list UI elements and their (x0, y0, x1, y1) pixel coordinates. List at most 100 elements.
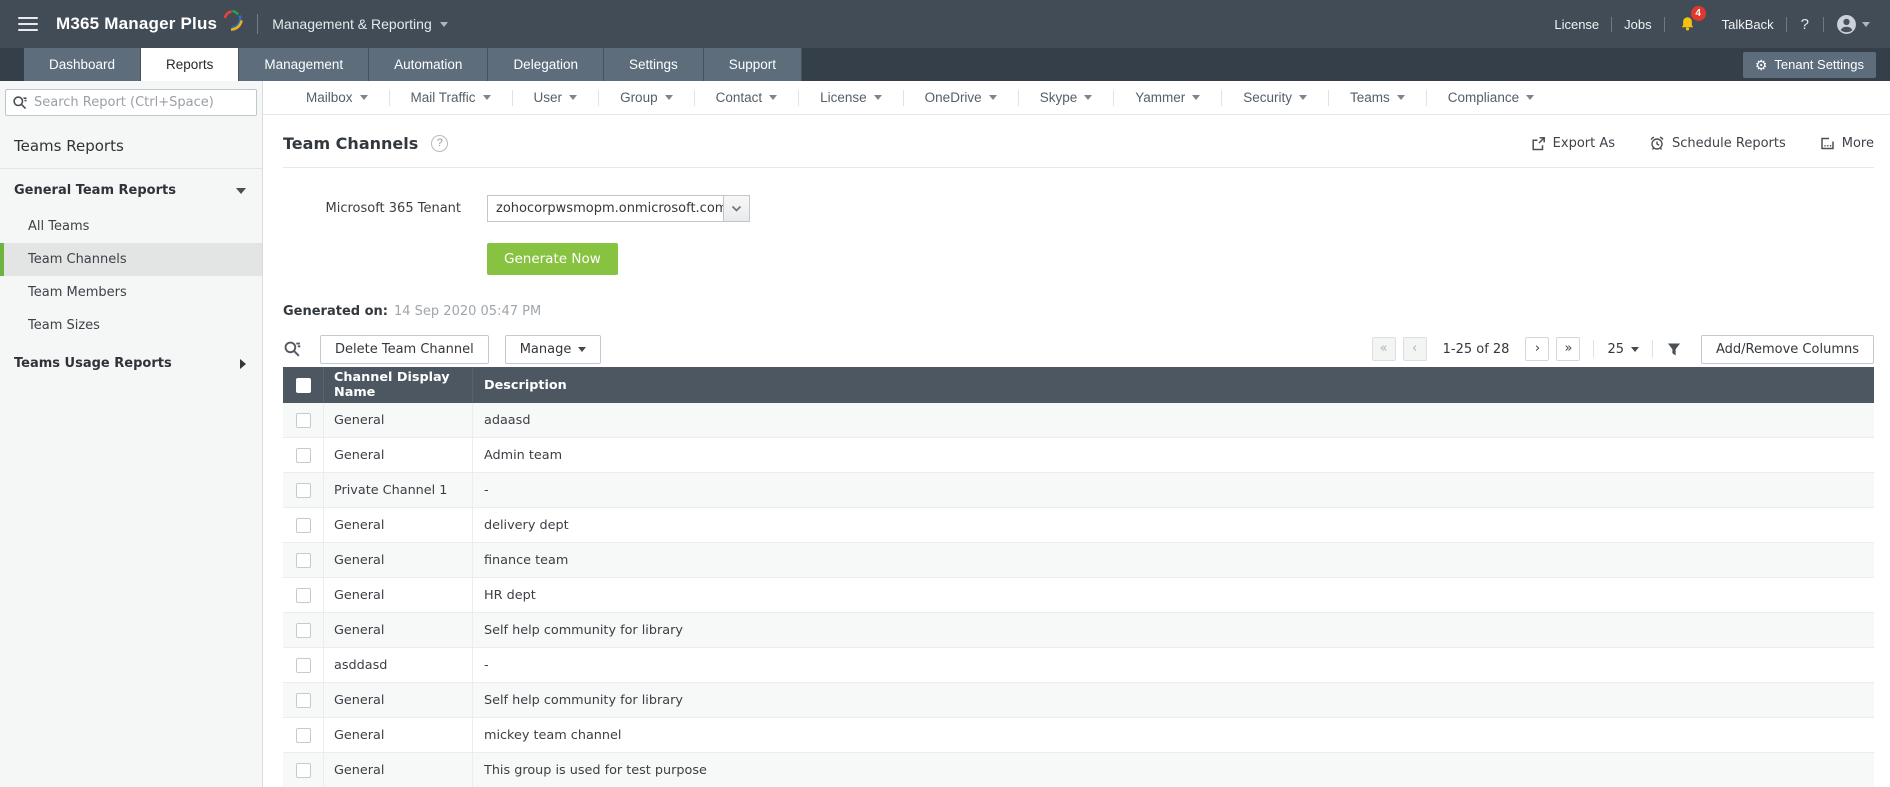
sidebar-item-team-channels[interactable]: Team Channels (0, 243, 262, 276)
search-icon (13, 95, 27, 109)
sidebar-section-general-team-reports[interactable]: General Team Reports (0, 169, 262, 210)
row-checkbox[interactable] (295, 552, 311, 568)
chevron-down-icon (1192, 95, 1201, 100)
tab-support[interactable]: Support (703, 48, 803, 81)
tab-delegation[interactable]: Delegation (488, 48, 604, 81)
team-channels-table: Channel Display Name Description General… (283, 367, 1874, 787)
divider (257, 14, 259, 34)
hamburger-menu-icon[interactable] (18, 13, 38, 35)
column-header-description[interactable]: Description (473, 378, 1874, 393)
jobs-link[interactable]: Jobs (1612, 17, 1663, 32)
page-help-icon[interactable]: ? (431, 134, 449, 152)
sidebar-item-team-sizes[interactable]: Team Sizes (0, 309, 262, 342)
row-checkbox[interactable] (295, 412, 311, 428)
more-icon (1821, 137, 1834, 149)
cell-channel-name: General (323, 438, 473, 472)
sidebar-item-all-teams[interactable]: All Teams (0, 210, 262, 243)
select-all-checkbox[interactable] (295, 377, 311, 393)
tenant-select[interactable]: zohocorpwsmopm.onmicrosoft.com (487, 195, 750, 222)
row-checkbox[interactable] (295, 622, 311, 638)
generate-now-button[interactable]: Generate Now (487, 243, 618, 275)
tenant-select-value: zohocorpwsmopm.onmicrosoft.com (496, 201, 723, 216)
cell-description: mickey team channel (484, 727, 622, 743)
chevron-down-icon (1526, 95, 1535, 100)
table-row: General Self help community for library (283, 683, 1874, 718)
tab-management[interactable]: Management (239, 48, 370, 81)
cell-channel-name: General (323, 613, 473, 647)
page-range-info: 1-25 of 28 (1442, 341, 1510, 357)
sidebar-section-teams-usage-reports[interactable]: Teams Usage Reports (0, 342, 262, 383)
more-button[interactable]: More (1820, 136, 1874, 151)
subnav-compliance[interactable]: Compliance (1427, 90, 1555, 105)
cell-description: finance team (484, 552, 569, 568)
prev-page-button[interactable]: ‹ (1402, 337, 1427, 361)
export-as-button[interactable]: Export As (1531, 136, 1615, 151)
cell-channel-name: General (323, 543, 473, 577)
table-header-row: Channel Display Name Description (283, 367, 1874, 403)
manage-menu-button[interactable]: Manage (504, 334, 602, 364)
table-row: Private Channel 1- (283, 473, 1874, 508)
row-checkbox[interactable] (295, 517, 311, 533)
subnav-user[interactable]: User (513, 90, 599, 105)
subnav-contact[interactable]: Contact (695, 90, 799, 105)
subnav-mailbox[interactable]: Mailbox (285, 90, 389, 105)
table-row: General Admin team (283, 438, 1874, 473)
generated-on-label: Generated on: (283, 304, 388, 319)
page-size-select[interactable]: 25 (1607, 342, 1639, 357)
subnav-group[interactable]: Group (599, 90, 694, 105)
add-remove-columns-button[interactable]: Add/Remove Columns (1701, 334, 1874, 364)
schedule-reports-button[interactable]: Schedule Reports (1649, 135, 1786, 151)
select-dropdown-button[interactable] (723, 196, 749, 221)
row-checkbox[interactable] (295, 482, 311, 498)
search-input[interactable] (34, 95, 250, 110)
tenant-settings-label: Tenant Settings (1774, 57, 1864, 72)
page-title: Team Channels (283, 133, 419, 153)
context-switcher[interactable]: Management & Reporting (272, 16, 448, 32)
tab-settings[interactable]: Settings (603, 48, 704, 81)
row-checkbox[interactable] (295, 447, 311, 463)
row-checkbox[interactable] (295, 587, 311, 603)
chevron-down-icon (482, 95, 491, 100)
subnav-skype[interactable]: Skype (1019, 90, 1114, 105)
table-row: General delivery dept (283, 508, 1874, 543)
subnav-yammer[interactable]: Yammer (1114, 90, 1221, 105)
first-page-button[interactable]: « (1371, 337, 1396, 361)
tab-reports[interactable]: Reports (141, 48, 240, 81)
cell-channel-name: Private Channel 1 (323, 473, 473, 507)
divider (1593, 340, 1595, 358)
tab-automation[interactable]: Automation (369, 48, 489, 81)
notifications-bell-icon[interactable]: 4 (1665, 6, 1710, 33)
column-header-channel-display-name[interactable]: Channel Display Name (323, 367, 473, 403)
cell-description: - (484, 657, 489, 673)
row-checkbox[interactable] (295, 657, 311, 673)
subnav-mail-traffic[interactable]: Mail Traffic (390, 90, 512, 105)
cell-channel-name: General (323, 508, 473, 542)
subnav-license[interactable]: License (799, 90, 903, 105)
sidebar-item-team-members[interactable]: Team Members (0, 276, 262, 309)
report-content: Team Channels ? Export As Schedule Repor… (263, 115, 1890, 787)
chevron-down-icon (769, 95, 778, 100)
talkback-link[interactable]: TalkBack (1710, 17, 1786, 32)
row-checkbox[interactable] (295, 692, 311, 708)
chevron-down-icon (359, 95, 368, 100)
tenant-label: Microsoft 365 Tenant (325, 201, 461, 216)
row-checkbox[interactable] (295, 762, 311, 778)
last-page-button[interactable]: » (1556, 337, 1581, 361)
subnav-onedrive[interactable]: OneDrive (904, 90, 1018, 105)
tenant-settings-button[interactable]: ⚙ Tenant Settings (1742, 51, 1876, 78)
table-search-icon[interactable] (283, 340, 302, 359)
tab-dashboard[interactable]: Dashboard (24, 48, 142, 81)
next-page-button[interactable]: › (1525, 337, 1550, 361)
help-icon[interactable]: ? (1787, 16, 1823, 33)
generated-on-value: 14 Sep 2020 05:47 PM (394, 304, 542, 319)
filter-icon[interactable] (1666, 342, 1682, 357)
table-row: General HR dept (283, 578, 1874, 613)
chevron-down-icon (664, 95, 673, 100)
row-checkbox[interactable] (295, 727, 311, 743)
license-link[interactable]: License (1542, 17, 1611, 32)
app-logo: M365 Manager Plus (56, 14, 218, 33)
subnav-security[interactable]: Security (1222, 90, 1328, 105)
subnav-teams[interactable]: Teams (1329, 90, 1426, 105)
delete-team-channel-button[interactable]: Delete Team Channel (320, 334, 489, 364)
user-account-menu[interactable] (1824, 14, 1874, 35)
